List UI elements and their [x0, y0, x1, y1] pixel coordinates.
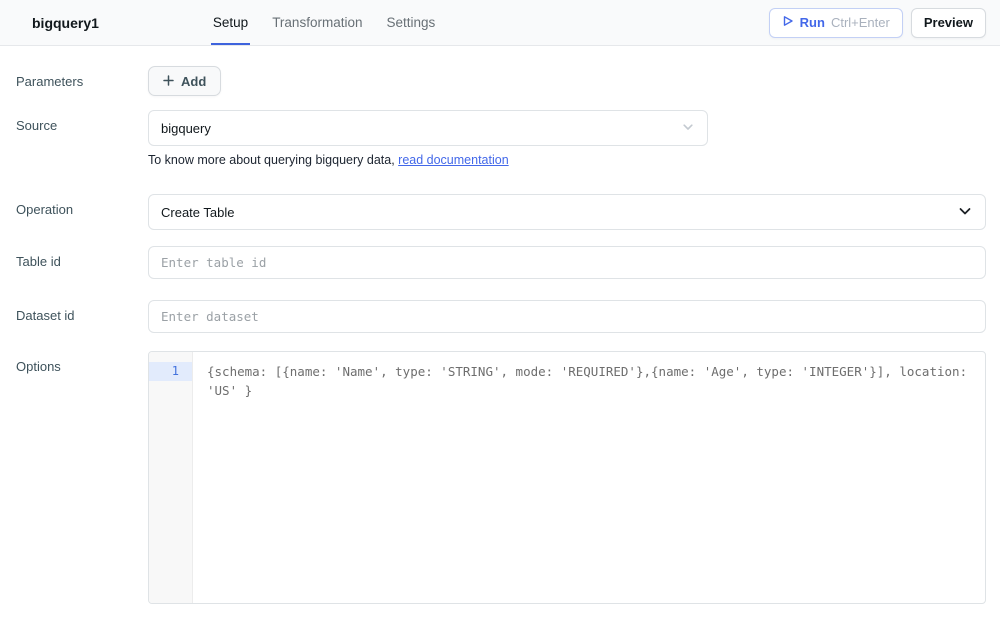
chevron-down-icon	[957, 203, 973, 222]
parameters-row: Parameters Add	[0, 66, 986, 96]
options-code-editor[interactable]: 1 {schema: [{name: 'Name', type: 'STRING…	[148, 351, 986, 604]
options-row: Options 1 {schema: [{name: 'Name', type:…	[0, 351, 986, 604]
operation-row: Operation Create Table	[0, 194, 986, 230]
options-code-content[interactable]: {schema: [{name: 'Name', type: 'STRING',…	[193, 352, 985, 603]
query-header: bigquery1 Setup Transformation Settings …	[0, 0, 1000, 46]
source-label: Source	[16, 110, 148, 167]
table-id-label: Table id	[16, 246, 148, 279]
help-text: To know more about querying bigquery dat…	[148, 153, 398, 167]
query-title[interactable]: bigquery1	[32, 15, 99, 31]
table-id-row: Table id	[0, 246, 986, 279]
source-selected-value: bigquery	[161, 121, 211, 136]
table-id-input[interactable]	[148, 246, 986, 279]
tab-settings[interactable]: Settings	[384, 0, 437, 45]
add-parameter-label: Add	[181, 74, 206, 89]
dataset-id-input[interactable]	[148, 300, 986, 333]
line-number: 1	[149, 362, 192, 381]
source-select[interactable]: bigquery	[148, 110, 708, 146]
header-actions: Run Ctrl+Enter Preview	[769, 0, 986, 45]
source-help-text: To know more about querying bigquery dat…	[148, 153, 986, 167]
source-row: Source bigquery To know more about query…	[0, 110, 986, 167]
chevron-down-icon	[681, 120, 695, 137]
tab-transformation[interactable]: Transformation	[270, 0, 364, 45]
play-icon	[782, 15, 794, 30]
operation-select[interactable]: Create Table	[148, 194, 986, 230]
add-parameter-button[interactable]: Add	[148, 66, 221, 96]
run-button[interactable]: Run Ctrl+Enter	[769, 8, 903, 38]
editor-gutter: 1	[149, 352, 193, 603]
run-shortcut: Ctrl+Enter	[831, 15, 890, 30]
operation-label: Operation	[16, 194, 148, 230]
read-documentation-link[interactable]: read documentation	[398, 153, 509, 167]
query-tabs: Setup Transformation Settings	[211, 0, 437, 45]
dataset-id-label: Dataset id	[16, 300, 148, 333]
dataset-id-row: Dataset id	[0, 300, 986, 333]
tab-setup[interactable]: Setup	[211, 0, 250, 45]
preview-button[interactable]: Preview	[911, 8, 986, 38]
source-field-group: bigquery To know more about querying big…	[148, 110, 986, 167]
run-label: Run	[800, 15, 825, 30]
plus-icon	[163, 74, 174, 89]
query-setup-panel: Parameters Add Source bigquery T	[0, 66, 1000, 604]
parameters-label: Parameters	[16, 66, 148, 96]
operation-selected-value: Create Table	[161, 205, 234, 220]
options-label: Options	[16, 351, 148, 604]
